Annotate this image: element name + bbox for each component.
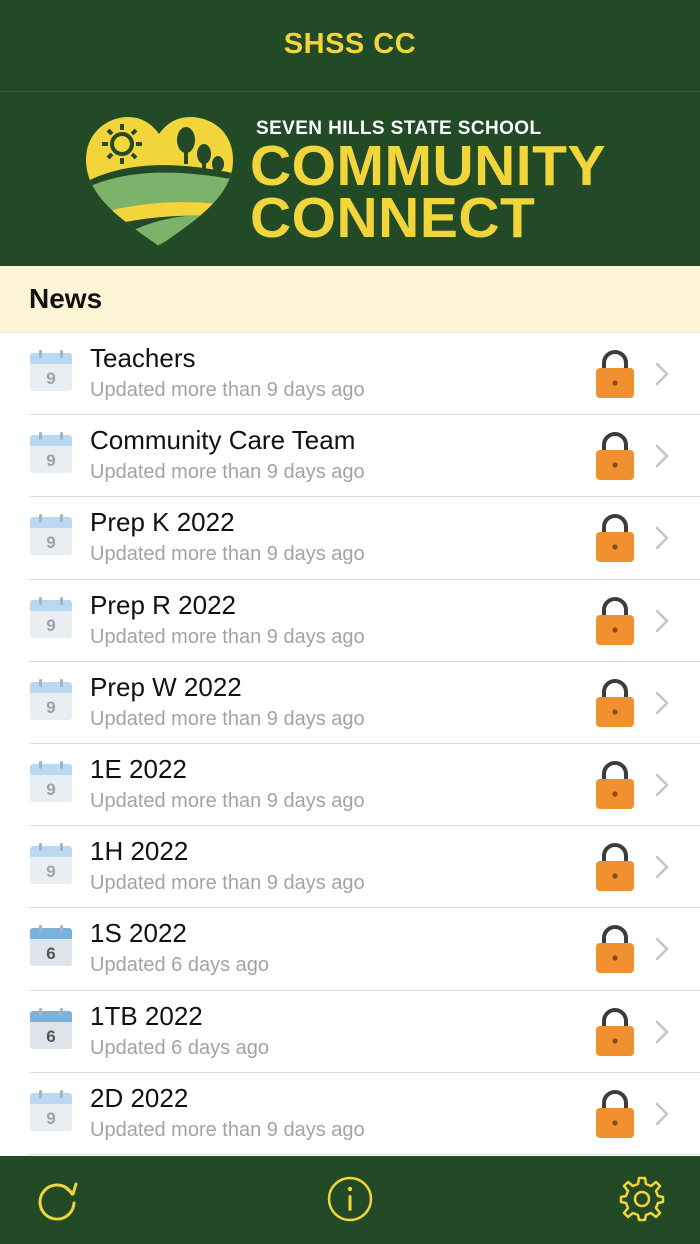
chevron-right-icon [655,773,669,797]
calendar-day-number: 6 [46,944,55,963]
news-list-item[interactable]: 9 Prep R 2022 Updated more than 9 days a… [0,580,700,662]
news-list[interactable]: 9 Teachers Updated more than 9 days ago … [0,333,700,1156]
item-title: Community Care Team [90,425,356,456]
lock-icon [596,596,634,645]
item-updated-status: Updated more than 9 days ago [90,1118,365,1141]
calendar-day-number: 9 [46,780,55,799]
item-title: 1TB 2022 [90,1000,203,1031]
calendar-icon: 9 [30,432,72,474]
news-section-header: News [0,266,700,333]
news-list-item[interactable]: 9 1E 2022 Updated more than 9 days ago [0,744,700,827]
calendar-icon: 6 [30,1007,72,1049]
calendar-icon: 9 [30,678,72,720]
item-updated-status: Updated more than 9 days ago [90,543,365,566]
lock-icon [596,350,634,398]
brand-title-line2: CONNECT [250,186,536,250]
calendar-day-number: 9 [46,862,55,881]
item-title: Teachers [90,343,196,373]
news-list-item[interactable]: 9 Prep K 2022 Updated more than 9 days a… [0,497,700,580]
item-updated-status: Updated 6 days ago [90,954,270,977]
calendar-day-number: 9 [46,533,55,552]
item-updated-status: Updated more than 9 days ago [90,872,365,895]
calendar-icon: 9 [30,1089,72,1131]
calendar-icon: 9 [30,514,72,556]
news-list-item[interactable]: 9 Community Care Team Updated more than … [0,415,700,498]
refresh-icon[interactable] [32,1174,82,1224]
news-list-item[interactable]: 6 1S 2022 Updated 6 days ago [0,908,700,991]
navigation-bar: SHSS CC [0,0,700,92]
lock-icon [596,514,634,563]
lock-icon [596,925,634,974]
item-updated-status: Updated more than 9 days ago [90,625,365,648]
chevron-right-icon [655,444,669,468]
item-title: Prep R 2022 [90,589,236,620]
item-updated-status: Updated more than 9 days ago [90,789,365,812]
item-title: 1E 2022 [90,753,187,784]
item-title: Prep K 2022 [90,507,235,538]
item-title: 1S 2022 [90,918,187,949]
chevron-right-icon [655,691,669,714]
item-updated-status: Updated more than 9 days ago [90,707,365,730]
nav-title: SHSS CC [283,28,417,60]
chevron-right-icon [655,1020,669,1043]
item-updated-status: Updated more than 9 days ago [90,379,365,401]
calendar-day-number: 9 [46,698,55,717]
chevron-right-icon [655,609,669,632]
item-updated-status: Updated 6 days ago [90,1036,270,1059]
news-list-item[interactable]: 9 2D 2022 Updated more than 9 days ago [0,1073,700,1156]
chevron-right-icon [655,855,669,879]
calendar-icon: 6 [30,925,72,967]
heart-landscape-logo [86,117,233,246]
calendar-day-number: 9 [46,616,55,635]
news-list-item[interactable]: 9 1H 2022 Updated more than 9 days ago [0,826,700,909]
item-title: 1H 2022 [90,836,189,867]
calendar-icon: 9 [30,760,72,802]
item-title: 2D 2022 [90,1082,189,1113]
lock-icon [596,843,634,892]
chevron-right-icon [655,527,669,550]
lock-icon [596,432,634,481]
lock-icon [596,678,634,727]
calendar-day-number: 9 [46,1109,55,1128]
calendar-icon: 9 [30,843,72,885]
chevron-right-icon [655,362,669,386]
lock-icon [596,1089,634,1138]
bottom-toolbar [0,1156,700,1244]
item-updated-status: Updated more than 9 days ago [90,461,365,484]
calendar-day-number: 9 [46,369,55,388]
news-list-item[interactable]: 9 Prep W 2022 Updated more than 9 days a… [0,662,700,745]
chevron-right-icon [655,1102,669,1125]
news-list-item[interactable]: 9 Teachers Updated more than 9 days ago [0,333,700,416]
lock-icon [596,761,634,809]
news-list-item[interactable]: 6 1TB 2022 Updated 6 days ago [0,991,700,1073]
calendar-day-number: 6 [46,1027,55,1046]
section-title: News [29,283,103,314]
info-icon[interactable] [325,1174,375,1224]
calendar-icon: 9 [30,596,72,638]
lock-icon [596,1007,634,1056]
calendar-day-number: 9 [46,451,55,470]
calendar-icon: 9 [30,350,72,391]
school-banner: SEVEN HILLS STATE SCHOOL COMMUNITY CONNE… [0,92,700,266]
chevron-right-icon [655,938,669,961]
settings-gear-icon[interactable] [617,1174,667,1224]
item-title: Prep W 2022 [90,671,242,702]
